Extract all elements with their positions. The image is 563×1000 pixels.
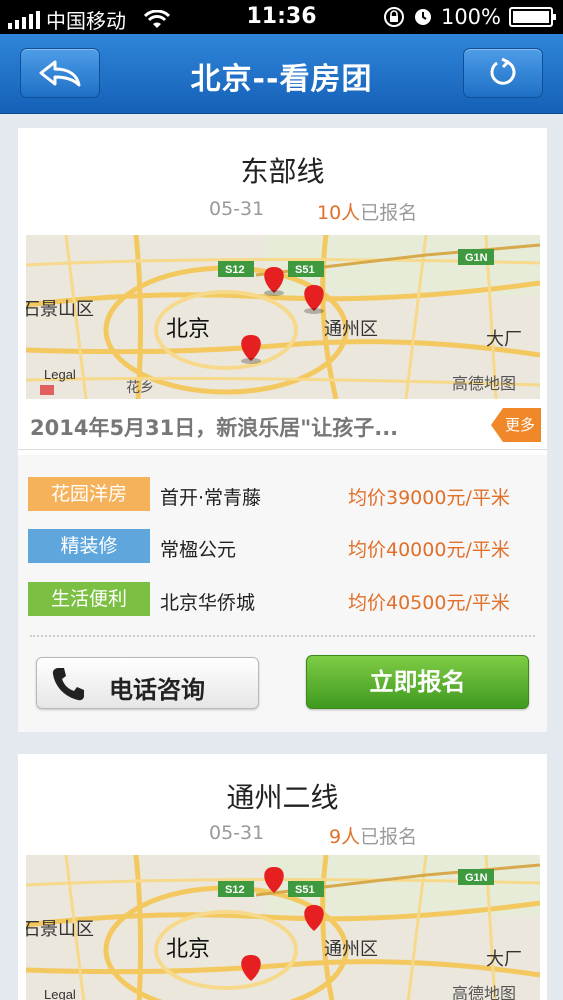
refresh-button[interactable]	[463, 48, 543, 98]
feature-row: 花园洋房 首开·常青藤 均价39000元/平米	[18, 477, 547, 513]
property-name: 常楹公元	[160, 539, 237, 561]
feature-tag: 精装修	[28, 529, 150, 563]
status-right: 100%	[383, 5, 556, 29]
feature-row: 精装修 常楹公元 均价40000元/平米	[18, 529, 547, 565]
map-legal-label: Legal	[44, 367, 76, 382]
map-legal-label: Legal	[44, 987, 76, 1000]
feature-tag: 花园洋房	[28, 477, 150, 511]
property-name: 北京华侨城	[160, 592, 256, 614]
signup-count-number: 9人	[329, 826, 361, 848]
route-map[interactable]: S12 S51 G1N 石景山区 北京 通州区 大厂 花乡 Legal 高德地图	[26, 235, 540, 399]
refresh-icon	[490, 58, 516, 85]
status-bar: 中国移动 11:36 100%	[0, 0, 563, 34]
route-map[interactable]: S12 S51 G1N 石景山区 北京 通州区 大厂 Legal 高德地图	[26, 855, 540, 1000]
map-label-tongzhou: 通州区	[324, 939, 378, 960]
signup-button[interactable]: 立即报名	[306, 655, 529, 709]
tour-title: 通州二线	[226, 781, 339, 814]
news-row[interactable]: 2014年5月31日，新浪乐居"让孩子... 更多	[18, 400, 547, 450]
call-button-label: 电话咨询	[109, 676, 205, 704]
property-price: 均价39000元/平米	[348, 487, 510, 509]
more-button[interactable]: 更多	[491, 408, 541, 442]
map-label-huaxiang: 花乡	[126, 380, 154, 396]
map-label-dachang: 大厂	[486, 329, 522, 350]
navigation-bar: 北京--看房团	[0, 34, 563, 114]
card-edge	[18, 728, 547, 738]
map-label-shijingshan: 石景山区	[26, 299, 94, 320]
map-provider-label: 高德地图	[452, 984, 516, 1000]
divider	[30, 635, 535, 637]
feature-row: 生活便利 北京华侨城 均价40500元/平米	[18, 582, 547, 618]
map-label-g1n: G1N	[465, 872, 488, 884]
signup-count-suffix: 已报名	[360, 826, 418, 848]
map-roads: S12 S51 G1N 石景山区 北京 通州区 大厂 花乡 Legal 高德地图	[26, 235, 540, 399]
signup-count-suffix: 已报名	[360, 202, 418, 224]
map-label-s12: S12	[225, 264, 245, 276]
call-button[interactable]: 电话咨询	[36, 657, 259, 709]
news-headline: 2014年5月31日，新浪乐居"让孩子...	[30, 416, 399, 440]
tour-card: 通州二线 05-31 9人已报名 S12 S51 G1N 石景山区 北京 通州区…	[18, 754, 547, 1000]
signup-count-number: 10人	[317, 202, 361, 224]
property-price: 均价40500元/平米	[348, 592, 510, 614]
battery-percent: 100%	[440, 5, 501, 29]
map-label-beijing: 北京	[166, 937, 210, 962]
property-name: 首开·常青藤	[160, 487, 262, 509]
battery-icon	[509, 7, 556, 27]
rotation-lock-icon	[383, 7, 404, 27]
property-price: 均价40000元/平米	[348, 539, 510, 561]
tour-title: 东部线	[240, 155, 325, 188]
map-label-dachang: 大厂	[486, 949, 522, 970]
map-label-g1n: G1N	[465, 252, 488, 264]
map-roads: S12 S51 G1N 石景山区 北京 通州区 大厂 Legal 高德地图	[26, 855, 540, 1000]
tour-date: 05-31	[209, 822, 265, 844]
alarm-icon	[414, 9, 431, 25]
tour-details: 花园洋房 首开·常青藤 均价39000元/平米 精装修 常楹公元 均价40000…	[18, 455, 547, 732]
phone-icon	[52, 668, 84, 701]
map-label-shijingshan: 石景山区	[26, 919, 94, 940]
map-label-s12: S12	[225, 884, 245, 896]
map-label-s51: S51	[295, 264, 315, 276]
signup-count: 9人已报名	[329, 822, 417, 849]
tour-card: 东部线 05-31 10人已报名 S12 S51 G1N 石景山区 北京 通州区…	[18, 128, 547, 732]
feature-tag: 生活便利	[28, 582, 150, 616]
tour-date: 05-31	[209, 198, 265, 220]
signup-count: 10人已报名	[317, 198, 417, 225]
map-label-tongzhou: 通州区	[324, 319, 378, 340]
map-label-s51: S51	[295, 884, 315, 896]
map-provider-label: 高德地图	[452, 374, 516, 393]
map-label-beijing: 北京	[166, 317, 210, 342]
